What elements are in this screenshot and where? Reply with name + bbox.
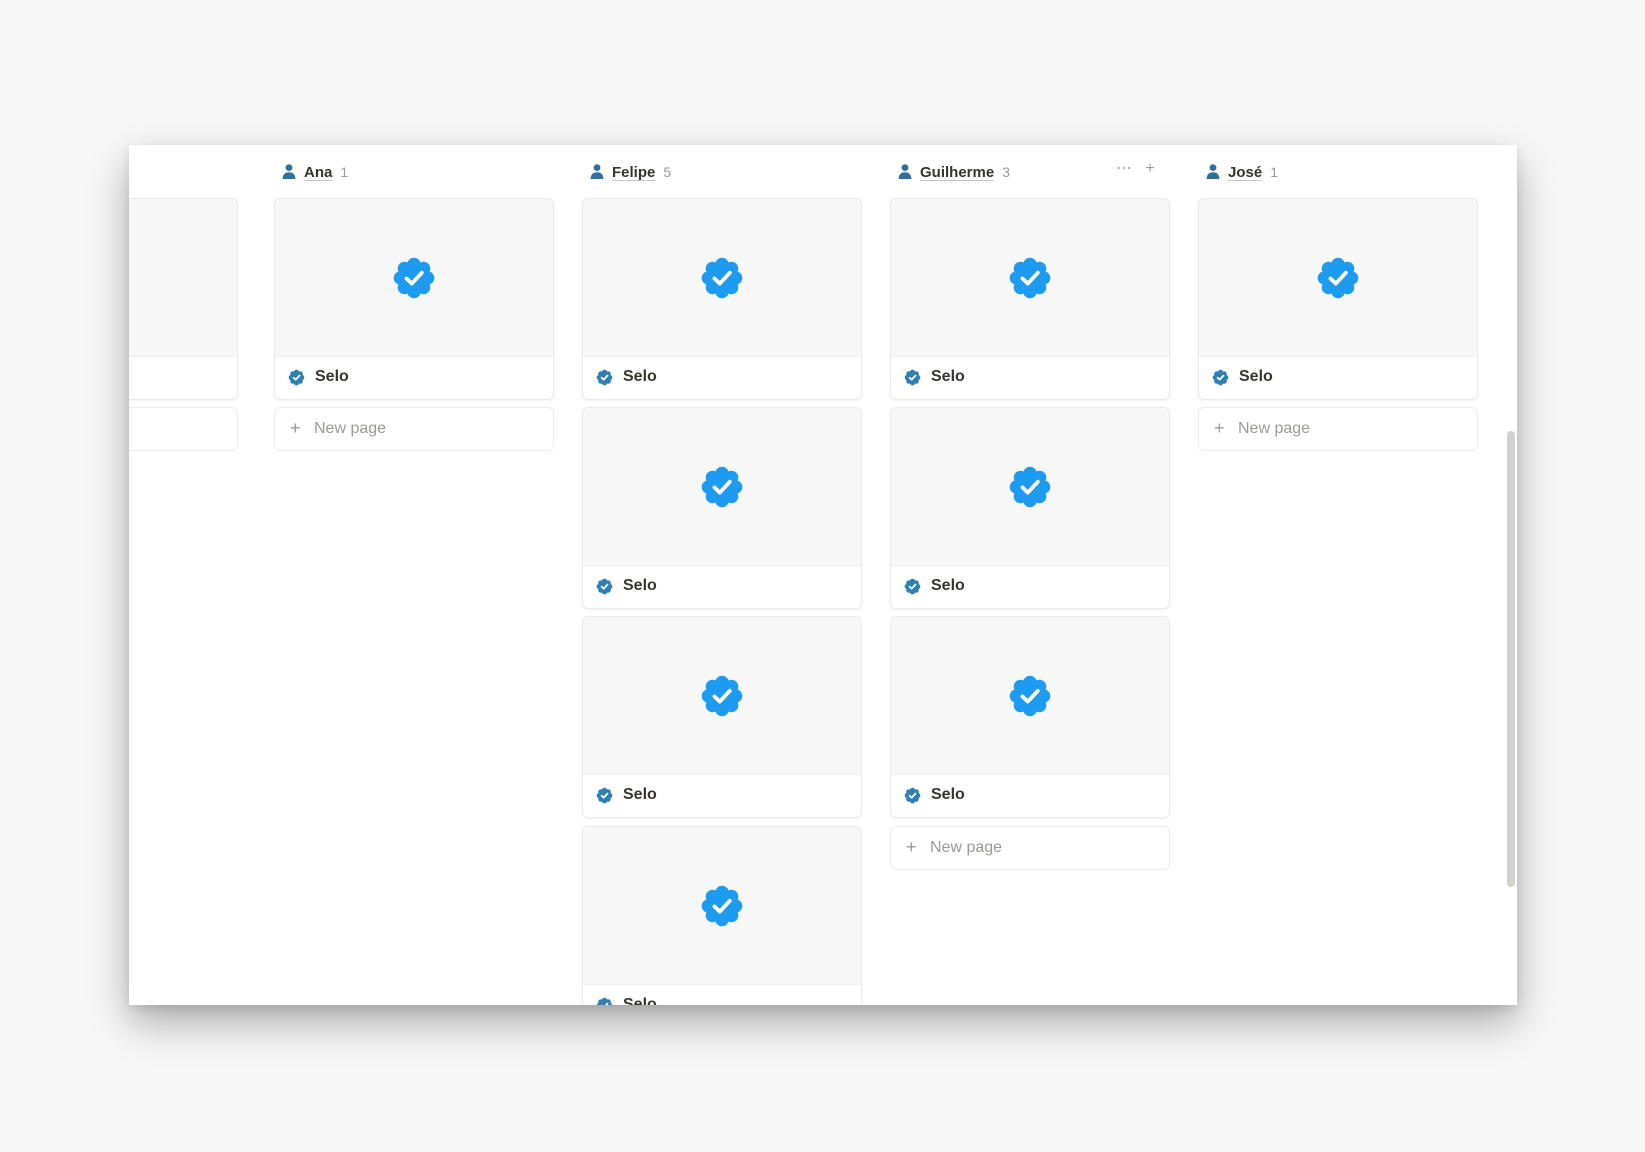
board-card[interactable]: Selo bbox=[1198, 198, 1478, 400]
card-title-row: Selo bbox=[596, 995, 657, 1005]
person-icon bbox=[898, 164, 912, 179]
new-page-button[interactable]: + New page bbox=[1198, 407, 1478, 451]
card-cover bbox=[891, 199, 1169, 357]
card-title: Selo bbox=[623, 996, 657, 1005]
column-count: 1 bbox=[340, 164, 349, 180]
board-card[interactable]: Selo bbox=[582, 826, 862, 1005]
card-title-row: Selo bbox=[904, 785, 965, 805]
person-icon bbox=[282, 164, 296, 179]
column-header: Guilherme 3 ⋯ + bbox=[890, 145, 1170, 201]
column-title[interactable]: José 1 bbox=[1228, 164, 1278, 181]
verified-badge-icon bbox=[596, 997, 613, 1005]
board-card[interactable]: Selo bbox=[582, 616, 862, 818]
column-header: Felipe 5 bbox=[582, 145, 862, 201]
card-title: Selo bbox=[931, 577, 965, 594]
board-card[interactable] bbox=[129, 198, 238, 400]
card-title-row: Selo bbox=[288, 367, 349, 387]
card-cover bbox=[891, 408, 1169, 566]
card-title: Selo bbox=[623, 577, 657, 594]
plus-icon[interactable]: + bbox=[1142, 159, 1158, 179]
board-card[interactable]: Selo bbox=[890, 198, 1170, 400]
plus-icon: + bbox=[1214, 418, 1225, 438]
column-actions: ⋯ + bbox=[1116, 159, 1158, 179]
plus-icon: + bbox=[906, 837, 917, 857]
plus-icon: + bbox=[290, 418, 301, 438]
card-cover bbox=[275, 199, 553, 357]
new-page-label: New page bbox=[1238, 420, 1311, 437]
column-count: 3 bbox=[1002, 164, 1010, 180]
board-card[interactable]: Selo bbox=[582, 407, 862, 609]
verified-badge-icon bbox=[1009, 466, 1051, 507]
card-cover bbox=[129, 199, 237, 357]
verified-badge-icon bbox=[596, 578, 613, 594]
verified-badge-icon bbox=[596, 787, 613, 803]
column-header: Ana 1 bbox=[274, 145, 554, 201]
column-title[interactable]: Guilherme 3 bbox=[920, 164, 1010, 181]
card-title-row: Selo bbox=[596, 367, 657, 387]
card-title-row: Selo bbox=[904, 576, 965, 596]
verified-badge-icon bbox=[904, 369, 921, 385]
card-cover bbox=[583, 408, 861, 566]
board-card[interactable]: Selo bbox=[890, 407, 1170, 609]
card-cover bbox=[1199, 199, 1477, 357]
verified-badge-icon bbox=[904, 787, 921, 803]
card-title: Selo bbox=[931, 786, 965, 803]
card-title-row: Selo bbox=[596, 785, 657, 805]
card-title: Selo bbox=[315, 368, 349, 385]
verified-badge-icon bbox=[393, 257, 435, 298]
card-title-row: Selo bbox=[596, 576, 657, 596]
new-page-button[interactable]: + New page bbox=[274, 407, 554, 451]
board-window: Ana 1 Selo + New page Felipe 5 Selo Selo… bbox=[129, 145, 1517, 1005]
new-page-button[interactable]: + New page bbox=[890, 826, 1170, 870]
more-icon[interactable]: ⋯ bbox=[1116, 159, 1132, 179]
card-title-row: Selo bbox=[1212, 367, 1273, 387]
new-page-label: New page bbox=[930, 839, 1003, 856]
verified-badge-icon bbox=[904, 578, 921, 594]
verified-badge-icon bbox=[1212, 369, 1229, 385]
verified-badge-icon bbox=[288, 369, 305, 385]
verified-badge-icon bbox=[701, 675, 743, 716]
card-title: Selo bbox=[623, 786, 657, 803]
verified-badge-icon bbox=[701, 885, 743, 926]
column-count: 1 bbox=[1270, 164, 1278, 180]
card-cover bbox=[891, 617, 1169, 775]
card-cover bbox=[583, 617, 861, 775]
board-card[interactable]: Selo bbox=[582, 198, 862, 400]
board-card[interactable]: Selo bbox=[890, 616, 1170, 818]
column-count: 5 bbox=[663, 164, 672, 180]
column-header: José 1 bbox=[1198, 145, 1478, 201]
card-title: Selo bbox=[1239, 368, 1273, 385]
card-title: Selo bbox=[931, 368, 965, 385]
card-cover bbox=[583, 199, 861, 357]
person-icon bbox=[1206, 164, 1220, 179]
new-page-button[interactable] bbox=[129, 407, 238, 451]
verified-badge-icon bbox=[1009, 257, 1051, 298]
column-title[interactable]: Ana 1 bbox=[304, 164, 348, 181]
verified-badge-icon bbox=[1009, 675, 1051, 716]
verified-badge-icon bbox=[596, 369, 613, 385]
card-title: Selo bbox=[623, 368, 657, 385]
new-page-label: New page bbox=[314, 420, 387, 437]
person-icon bbox=[590, 164, 604, 179]
board-card[interactable]: Selo bbox=[274, 198, 554, 400]
card-title-row: Selo bbox=[904, 367, 965, 387]
verified-badge-icon bbox=[701, 257, 743, 298]
vertical-scrollbar[interactable] bbox=[1503, 145, 1517, 1005]
scrollbar-thumb[interactable] bbox=[1507, 431, 1515, 887]
verified-badge-icon bbox=[701, 466, 743, 507]
verified-badge-icon bbox=[1317, 257, 1359, 298]
column-title[interactable]: Felipe 5 bbox=[612, 164, 671, 181]
card-cover bbox=[583, 827, 861, 985]
